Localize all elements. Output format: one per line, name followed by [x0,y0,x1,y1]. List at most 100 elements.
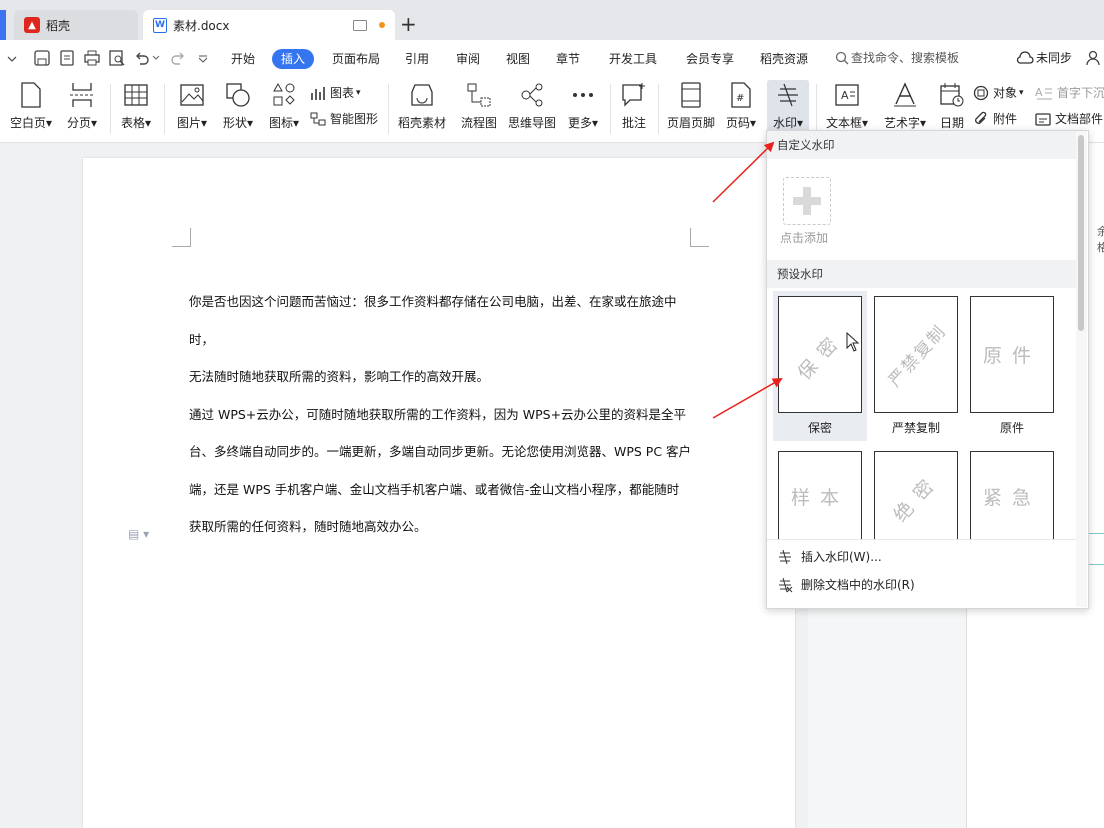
page-break-button[interactable]: 分页▾ [64,82,100,131]
delete-watermark-label: 删除文档中的水印(R) [801,578,915,592]
watermark-preset-confidential[interactable]: 保密 保密 [773,291,867,441]
undo-icon[interactable] [134,50,150,66]
ribbon-separator [658,84,659,134]
svg-text:A: A [1035,86,1043,99]
blank-page-button[interactable]: 空白页▾ [8,82,54,131]
scrollbar-thumb[interactable] [1078,135,1084,331]
ribbon-separator [164,84,165,134]
table-button[interactable]: 表格▾ [118,82,154,131]
document-body[interactable]: 你是否也因这个问题而苦恼过：很多工作资料都存储在公司电脑，出差、在家或在旅途中时… [189,283,699,546]
textbox-label: 文本框▾ [825,116,869,130]
watermark-preview-text: 紧急 [982,486,1041,509]
monitor-icon[interactable] [353,19,367,31]
search-icon [835,51,849,64]
insert-watermark-label: 插入水印(W)... [801,550,882,564]
new-tab-plus-icon[interactable]: + [400,14,417,34]
picture-label: 图片▾ [176,116,208,130]
shape-button[interactable]: 形状▾ [219,82,257,131]
menu-member[interactable]: 会员专享 [680,49,740,69]
object-button[interactable]: 对象 ▾ [973,84,1024,101]
custom-watermark-header: 自定义水印 [767,131,1077,159]
watermark-preset-label: 原件 [999,421,1024,435]
comment-icon [622,83,645,107]
watermark-preview-text: 样本 [790,486,849,509]
watermark-preview: 绝密 [874,451,958,541]
header-footer-label: 页眉页脚 [666,116,715,130]
smart-shape-label: 智能图形 [330,112,379,126]
more-button[interactable]: 更多▾ [564,82,602,131]
mindmap-icon [521,83,543,107]
print-icon[interactable] [84,50,100,66]
daoke-material-button[interactable]: 稻壳素材 [396,82,448,131]
user-icon[interactable] [1086,50,1102,66]
watermark-button[interactable]: 水印▾ [767,80,809,136]
sync-label: 未同步 [1036,51,1073,65]
watermark-preset-no-copy[interactable]: 严禁复制 严禁复制 [869,291,963,441]
icon-library-button[interactable]: 图标▾ [265,82,303,131]
shape-label: 形状▾ [222,116,254,130]
page-number-button[interactable]: # 页码▾ [723,82,759,131]
flowchart-button[interactable]: 流程图 [459,82,499,131]
wps-writer-doc-icon: W [153,17,167,33]
watermark-preset-original[interactable]: 原件 原件 [965,291,1059,441]
drop-cap-label: 首字下沉 [1057,86,1104,100]
text-line: 你是否也因这个问题而苦恼过：很多工作资料都存储在公司电脑，出差、在家或在旅途中时… [189,294,677,347]
insert-watermark-item[interactable]: 插入水印(W)... [777,548,882,565]
menu-view[interactable]: 视图 [500,49,536,69]
tab-label: 素材.docx [173,18,230,33]
save-icon[interactable] [34,50,50,66]
margin-corner-top-right [690,228,709,247]
menu-developer[interactable]: 开发工具 [603,49,663,69]
drop-cap-icon: A [1035,86,1052,99]
undo-dropdown-icon[interactable] [152,55,160,61]
textbox-button[interactable]: A 文本框▾ [824,82,870,131]
dropdown-scrollbar[interactable] [1076,131,1087,607]
object-icon [973,85,989,100]
header-footer-button[interactable]: 页眉页脚 [665,82,717,131]
ribbon-separator [816,84,817,134]
menu-home[interactable]: 开始 [225,49,261,69]
menu-references[interactable]: 引用 [399,49,435,69]
attachment-button[interactable]: 附件 [973,110,1017,127]
doc-parts-button[interactable]: 文档部件 [1035,110,1103,127]
side-panel-partial-label: 余格 [1097,225,1104,254]
mindmap-button[interactable]: 思维导图 [506,82,558,131]
watermark-preset-urgent[interactable]: 紧急 [965,446,1059,541]
watermark-actions: 插入水印(W)... 删除文档中的水印(R) [767,539,1076,608]
menu-insert[interactable]: 插入 [272,49,315,69]
chart-button[interactable]: 图表 ▾ [310,84,361,101]
delete-watermark-item[interactable]: 删除文档中的水印(R) [777,576,915,593]
redo-icon[interactable] [170,50,186,66]
side-panel-frame [1087,533,1104,565]
smart-shape-button[interactable]: 智能图形 [310,110,378,127]
chevron-down-icon[interactable] [7,55,17,63]
menu-page-layout[interactable]: 页面布局 [326,49,386,69]
date-button[interactable]: 日期 [937,82,967,131]
add-custom-watermark-button[interactable] [783,177,831,225]
picture-button[interactable]: 图片▾ [173,82,211,131]
tab-bar: ▲ 稻壳 W 素材.docx + [0,0,1104,40]
menu-review[interactable]: 审阅 [450,49,486,69]
sync-status[interactable]: 未同步 [1016,49,1102,66]
tab-daoke[interactable]: ▲ 稻壳 [14,10,138,40]
quick-access-more-icon[interactable] [198,55,208,63]
object-label: 对象 [993,86,1018,100]
command-search[interactable]: 查找命令、搜索模板 [835,49,959,66]
export-pdf-icon[interactable] [59,50,75,66]
menu-daoke-resources[interactable]: 稻壳资源 [754,49,814,69]
tab-document[interactable]: W 素材.docx [143,10,395,40]
comment-button[interactable]: 批注 [617,82,651,131]
watermark-icon [779,549,791,564]
watermark-preset-sample[interactable]: 样本 [773,446,867,541]
paragraph-layout-icon[interactable]: ▤ ▾ [128,527,149,541]
drop-cap-button[interactable]: A 首字下沉 [1035,84,1104,101]
picture-icon [180,84,204,106]
watermark-preset-label: 保密 [807,421,832,435]
print-preview-icon[interactable] [109,50,125,66]
flowchart-icon [467,83,491,107]
ribbon-separator [110,84,111,134]
attachment-label: 附件 [993,112,1018,126]
wordart-button[interactable]: 艺术字▾ [881,82,929,131]
watermark-preset-top-secret[interactable]: 绝密 [869,446,963,541]
menu-section[interactable]: 章节 [550,49,586,69]
